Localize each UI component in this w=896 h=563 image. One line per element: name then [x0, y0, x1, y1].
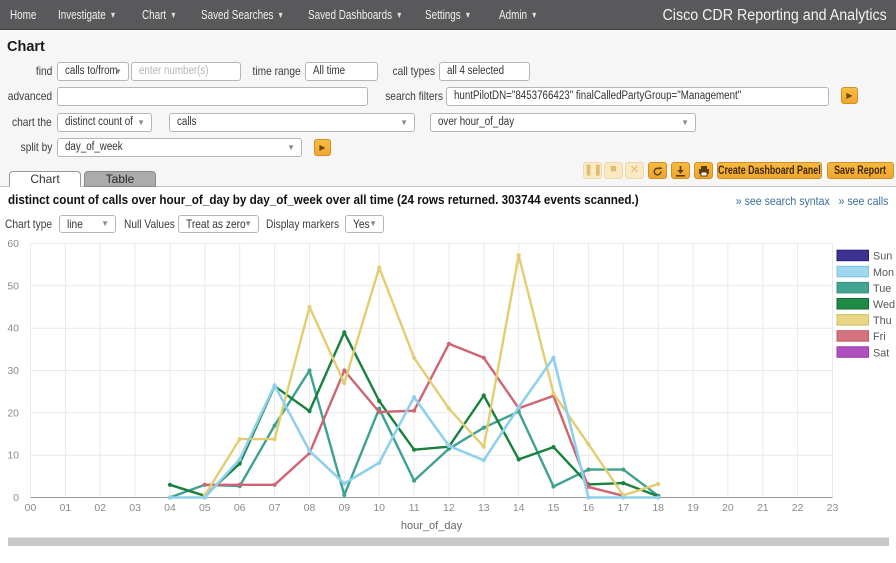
svg-text:08: 08 — [304, 502, 316, 514]
svg-text:Sun: Sun — [873, 251, 892, 263]
svg-text:00: 00 — [25, 502, 37, 514]
svg-text:Mon: Mon — [873, 267, 894, 279]
svg-text:Sat: Sat — [873, 347, 889, 359]
svg-text:05: 05 — [199, 502, 211, 514]
svg-text:50: 50 — [7, 280, 19, 292]
svg-text:22: 22 — [792, 502, 804, 514]
svg-text:07: 07 — [269, 502, 281, 514]
svg-text:04: 04 — [164, 502, 176, 514]
svg-text:30: 30 — [7, 365, 19, 377]
svg-text:Tue: Tue — [873, 283, 891, 295]
svg-text:Wed: Wed — [873, 299, 895, 311]
svg-text:10: 10 — [7, 450, 19, 462]
svg-text:01: 01 — [60, 502, 72, 514]
svg-text:11: 11 — [409, 502, 420, 514]
svg-text:12: 12 — [443, 502, 455, 514]
svg-text:40: 40 — [7, 323, 19, 335]
svg-text:Fri: Fri — [873, 331, 886, 343]
svg-text:23: 23 — [827, 502, 839, 514]
svg-text:60: 60 — [7, 238, 19, 250]
svg-text:02: 02 — [94, 502, 106, 514]
svg-text:17: 17 — [617, 502, 629, 514]
svg-text:06: 06 — [234, 502, 246, 514]
svg-text:20: 20 — [7, 407, 19, 419]
svg-text:09: 09 — [338, 502, 350, 514]
svg-text:0: 0 — [13, 492, 19, 504]
svg-text:14: 14 — [513, 502, 525, 514]
svg-text:18: 18 — [652, 502, 664, 514]
svg-text:hour_of_day: hour_of_day — [401, 520, 463, 532]
svg-text:15: 15 — [548, 502, 560, 514]
svg-text:10: 10 — [373, 502, 385, 514]
svg-text:21: 21 — [757, 502, 769, 514]
svg-text:19: 19 — [687, 502, 699, 514]
svg-text:16: 16 — [583, 502, 595, 514]
svg-text:20: 20 — [722, 502, 734, 514]
svg-text:03: 03 — [129, 502, 141, 514]
svg-text:Thu: Thu — [873, 315, 892, 327]
svg-text:13: 13 — [478, 502, 490, 514]
